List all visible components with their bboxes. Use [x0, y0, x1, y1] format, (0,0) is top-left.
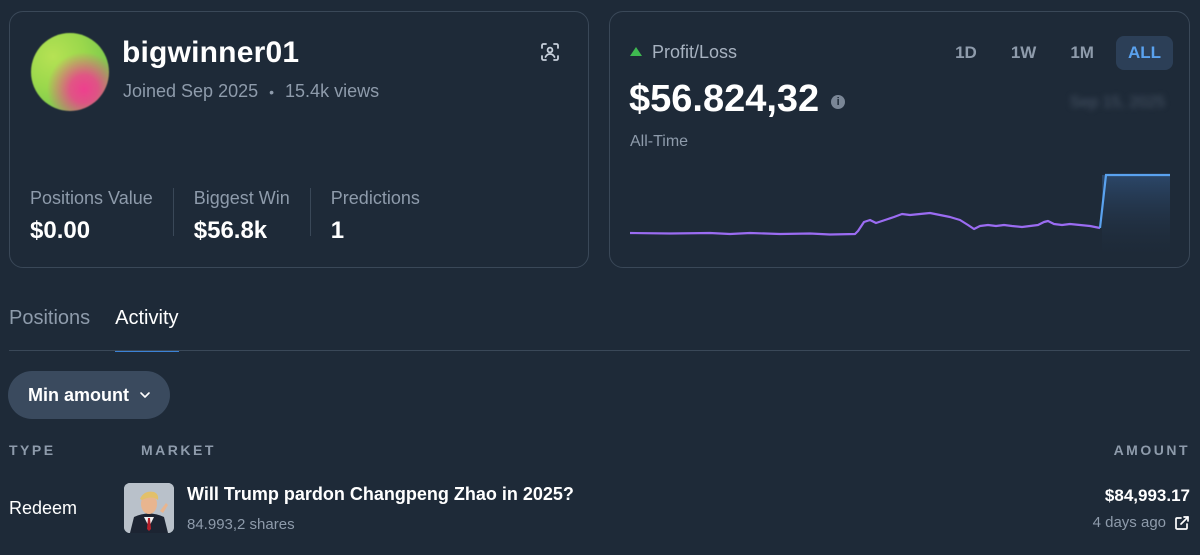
tab-positions[interactable]: Positions — [9, 307, 90, 352]
range-selector: 1D 1W 1M ALL — [933, 36, 1173, 70]
profile-tabs: Positions Activity — [9, 307, 204, 352]
stat-predictions: Predictions 1 — [330, 188, 440, 244]
market-thumbnail[interactable] — [124, 483, 174, 533]
info-icon[interactable]: i — [831, 94, 846, 109]
profile-card: bigwinner01 Joined Sep 2025 • 15.4k view… — [9, 11, 589, 268]
pnl-area — [1102, 175, 1170, 262]
column-header-amount: AMOUNT — [1113, 442, 1190, 458]
chart-hover-date: Sep 15, 2025 — [1069, 94, 1165, 111]
min-amount-label: Min amount — [28, 384, 129, 405]
stat-value: 1 — [330, 217, 345, 244]
activity-time: 4 days ago — [1092, 514, 1166, 531]
activity-time-row: 4 days ago — [1093, 514, 1190, 531]
range-all[interactable]: ALL — [1115, 36, 1173, 70]
stat-label: Positions Value — [30, 188, 153, 208]
pnl-title: Profit/Loss — [652, 42, 738, 62]
view-count: 15.4k views — [285, 81, 380, 101]
column-header-type: TYPE — [9, 442, 56, 458]
tabs-divider — [9, 350, 1190, 351]
min-amount-dropdown[interactable]: Min amount — [8, 371, 170, 419]
pnl-value-row: $56.824,32 i — [629, 78, 846, 121]
activity-amount: $84,993.17 — [1104, 486, 1190, 505]
stat-biggest-win: Biggest Win $56.8k — [193, 188, 311, 244]
avatar — [31, 33, 109, 111]
pnl-value: $56.824,32 — [629, 78, 820, 120]
pnl-header: Profit/Loss — [630, 42, 737, 63]
pnl-card: Profit/Loss 1D 1W 1M ALL $56.824,32 i Se… — [609, 11, 1190, 268]
joined-date: Joined Sep 2025 — [123, 81, 259, 101]
meta-separator: • — [269, 83, 275, 100]
stat-value: $56.8k — [193, 217, 268, 244]
range-1d[interactable]: 1D — [943, 36, 989, 70]
column-header-market: MARKET — [141, 442, 216, 458]
profile-stats: Positions Value $0.00 Biggest Win $56.8k… — [30, 188, 460, 244]
range-1m[interactable]: 1M — [1058, 36, 1106, 70]
username: bigwinner01 — [122, 36, 300, 69]
tab-activity[interactable]: Activity — [115, 307, 179, 352]
market-title-link[interactable]: Will Trump pardon Changpeng Zhao in 2025… — [187, 484, 574, 505]
activity-type: Redeem — [9, 498, 78, 518]
pnl-line — [630, 211, 1101, 236]
pnl-period: All-Time — [630, 133, 689, 150]
external-link-icon[interactable] — [1174, 515, 1190, 531]
triangle-up-icon — [630, 47, 642, 56]
market-shares: 84.993,2 shares — [187, 516, 295, 533]
stat-positions-value: Positions Value $0.00 — [30, 188, 174, 244]
scan-face-icon[interactable] — [540, 42, 560, 62]
stat-label: Biggest Win — [193, 188, 290, 208]
chevron-down-icon — [140, 392, 150, 398]
stat-value: $0.00 — [30, 217, 91, 244]
profile-meta: Joined Sep 2025 • 15.4k views — [123, 81, 379, 102]
range-1w[interactable]: 1W — [999, 36, 1049, 70]
stat-label: Predictions — [330, 188, 420, 208]
pnl-chart[interactable] — [630, 162, 1170, 262]
